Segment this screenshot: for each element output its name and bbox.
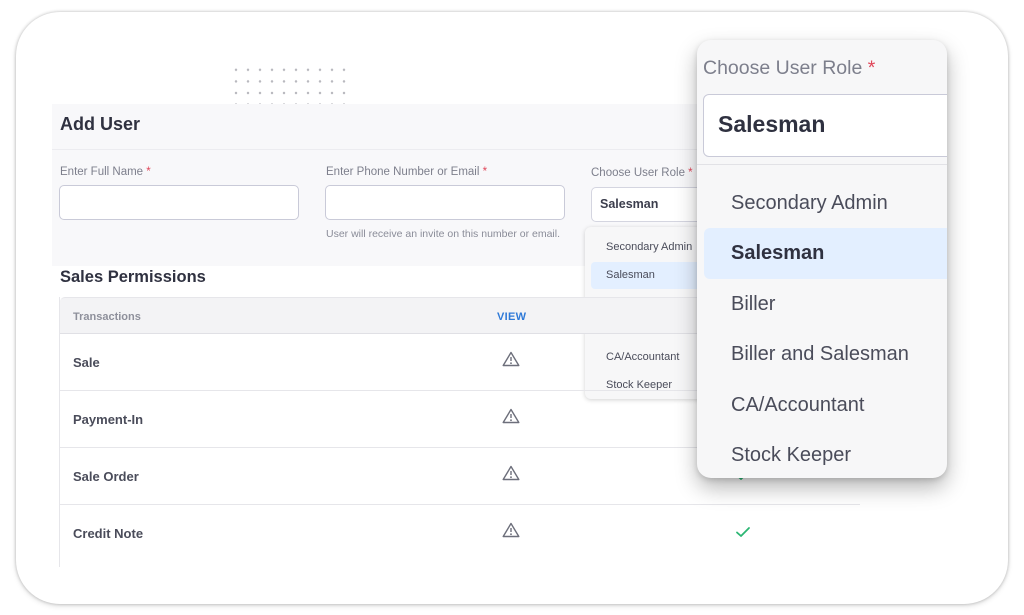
card-header [52,104,712,150]
role-option[interactable]: Biller [704,279,947,329]
divider [697,164,947,165]
role-select-zoomed[interactable]: Salesman [703,94,947,157]
role-label-text: Choose User Role [591,167,685,179]
contact-input[interactable] [325,185,565,220]
row-label: Sale [73,355,100,370]
row-label: Sale Order [73,469,139,484]
warning-icon[interactable] [502,522,520,538]
required-mark: * [688,167,693,179]
decorative-dot-grid [230,64,350,104]
role-option[interactable]: CA/Accountant [704,380,947,430]
page-title: Add User [60,114,141,134]
full-name-label-text: Enter Full Name [60,166,144,178]
table-row: Credit Note [60,505,860,562]
section-title: Sales Permissions [60,268,206,286]
role-option[interactable]: Biller and Salesman [704,329,947,379]
role-option[interactable]: Secondary Admin [704,178,947,228]
role-label-text: Choose User Role [703,57,863,79]
full-name-label: Enter Full Name * [60,166,151,178]
warning-icon[interactable] [502,351,520,367]
check-icon[interactable] [735,525,751,539]
role-option-selected[interactable]: Salesman [591,261,705,290]
role-option-selected[interactable]: Salesman [704,228,947,279]
role-option[interactable]: Secondary Admin [585,234,711,262]
required-mark: * [482,166,488,178]
role-select[interactable]: Salesman [591,187,711,222]
warning-icon[interactable] [502,465,520,481]
warning-icon[interactable] [502,408,520,424]
role-option-list: Secondary Admin Salesman Biller Biller a… [704,178,947,478]
role-dropdown-zoomed: Choose User Role * Salesman Secondary Ad… [697,40,947,478]
column-transactions: Transactions [73,311,141,323]
role-label-zoomed: Choose User Role * [703,57,875,80]
column-view[interactable]: VIEW [497,311,526,323]
role-label: Choose User Role * [591,167,693,179]
full-name-input[interactable] [59,185,299,220]
required-mark: * [146,166,151,178]
required-mark: * [867,57,876,79]
contact-label-text: Enter Phone Number or Email [326,166,480,178]
row-label: Credit Note [73,526,144,541]
contact-hint: User will receive an invite on this numb… [326,228,561,240]
role-option[interactable]: Stock Keeper [704,430,947,478]
contact-label: Enter Phone Number or Email * [326,166,487,178]
row-label: Payment-In [73,412,144,427]
